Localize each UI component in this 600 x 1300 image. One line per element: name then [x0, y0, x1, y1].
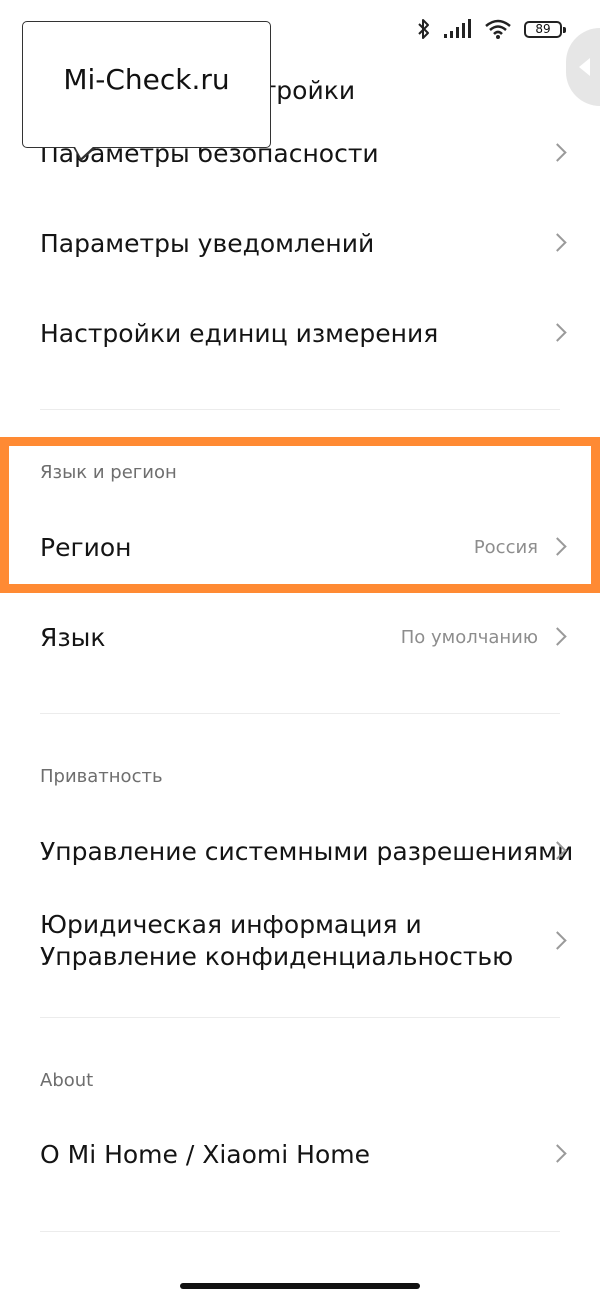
battery-icon: 89	[524, 20, 566, 38]
system-permissions-label: Управление системными разрешениями	[40, 836, 574, 866]
chevron-right-icon	[548, 627, 567, 646]
chevron-right-icon	[548, 143, 567, 162]
legal-privacy-label: Юридическая информация и Управление конф…	[40, 909, 513, 973]
divider	[40, 409, 560, 410]
divider	[40, 1017, 560, 1018]
watermark-callout: Mi-Check.ru	[22, 21, 271, 161]
section-title-privacy: Приватность	[40, 766, 163, 787]
notification-settings-label: Параметры уведомлений	[40, 228, 375, 258]
system-permissions-item[interactable]: Управление системными разрешениями	[40, 826, 573, 876]
bluetooth-icon	[416, 18, 432, 40]
arrow-left-icon	[579, 58, 590, 76]
legal-line-2: Управление конфиденциальностью	[40, 942, 514, 971]
language-value: По умолчанию	[400, 626, 538, 648]
legal-privacy-item[interactable]: Юридическая информация и Управление конф…	[40, 905, 567, 977]
chevron-right-icon	[548, 323, 567, 342]
notification-settings-item[interactable]: Параметры уведомлений	[40, 218, 567, 268]
region-highlight-frame	[0, 437, 600, 593]
wifi-icon	[484, 19, 512, 39]
watermark-text: Mi-Check.ru	[63, 63, 230, 96]
section-title-about: About	[40, 1070, 94, 1091]
divider	[40, 713, 560, 714]
chevron-right-icon	[548, 1144, 567, 1163]
language-label: Язык	[40, 622, 106, 652]
about-app-item[interactable]: О Mi Home / Xiaomi Home	[40, 1129, 567, 1179]
chevron-right-icon	[548, 233, 567, 252]
battery-level: 89	[535, 21, 551, 36]
status-bar: 89	[416, 12, 566, 46]
about-app-label: О Mi Home / Xiaomi Home	[40, 1139, 370, 1169]
language-item[interactable]: Язык По умолчанию	[40, 612, 567, 662]
units-settings-item[interactable]: Настройки единиц измерения	[40, 308, 567, 358]
floating-side-handle[interactable]	[566, 28, 600, 106]
signal-icon	[444, 19, 472, 39]
divider	[40, 1231, 560, 1232]
units-settings-label: Настройки единиц измерения	[40, 318, 439, 348]
chevron-right-icon	[548, 931, 567, 950]
legal-line-1: Юридическая информация и	[40, 910, 422, 939]
home-indicator[interactable]	[180, 1283, 420, 1289]
